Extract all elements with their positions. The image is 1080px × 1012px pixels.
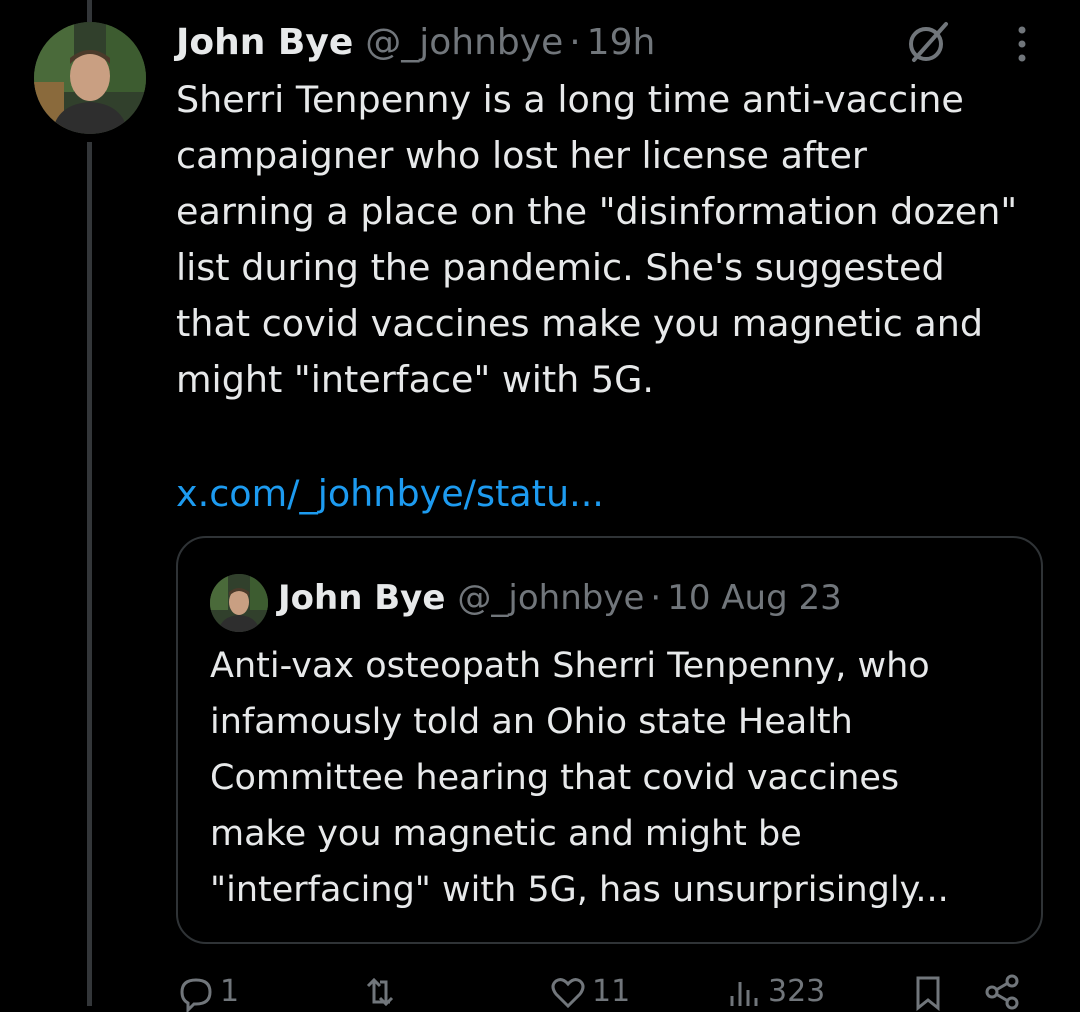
heart-icon (551, 978, 585, 1009)
share-icon (985, 974, 1019, 1010)
action-bar: 1 11 323 (176, 972, 1056, 1012)
retweet-icon (366, 977, 394, 1007)
reply-count: 1 (220, 974, 240, 1009)
avatar[interactable] (34, 22, 146, 134)
timestamp[interactable]: 19h (587, 22, 656, 63)
tweet-link[interactable]: x.com/_johnbye/statu... (176, 466, 604, 522)
share-button[interactable] (982, 972, 1022, 1012)
quoted-text: Anti-vax osteopath Sherri Tenpenny, who … (210, 646, 949, 910)
thread-line-top (87, 0, 92, 22)
quoted-tweet[interactable]: John Bye @_johnbye · 10 Aug 23 Anti-vax … (176, 536, 1043, 944)
tweet-text: Sherri Tenpenny is a long time anti-vacc… (176, 78, 1018, 401)
author-handle[interactable]: @_johnbye (365, 22, 563, 63)
reply-button[interactable]: 1 (176, 972, 239, 1012)
views-icon (730, 982, 758, 1006)
author-name[interactable]: John Bye (176, 22, 353, 63)
tweet-header: John Bye @_johnbye · 19h (176, 20, 655, 64)
quoted-avatar (210, 574, 268, 632)
grok-icon[interactable] (902, 16, 954, 68)
quoted-header: John Bye @_johnbye · 10 Aug 23 (278, 576, 842, 620)
reply-icon (180, 978, 212, 1012)
bookmark-button[interactable] (908, 972, 948, 1012)
more-icon[interactable] (1002, 20, 1042, 68)
views-count: 323 (768, 974, 826, 1009)
quoted-author-handle: @_johnbye (457, 578, 645, 618)
like-button[interactable]: 11 (548, 972, 630, 1012)
quoted-timestamp: 10 Aug 23 (667, 578, 842, 618)
retweet-button[interactable] (360, 972, 400, 1012)
quoted-separator: · (650, 578, 662, 618)
thread-line (87, 142, 92, 1006)
like-count: 11 (592, 974, 631, 1009)
views-button[interactable]: 323 (724, 972, 825, 1012)
bookmark-icon (916, 976, 940, 1012)
separator: · (569, 21, 581, 63)
quoted-author-name: John Bye (278, 578, 446, 618)
